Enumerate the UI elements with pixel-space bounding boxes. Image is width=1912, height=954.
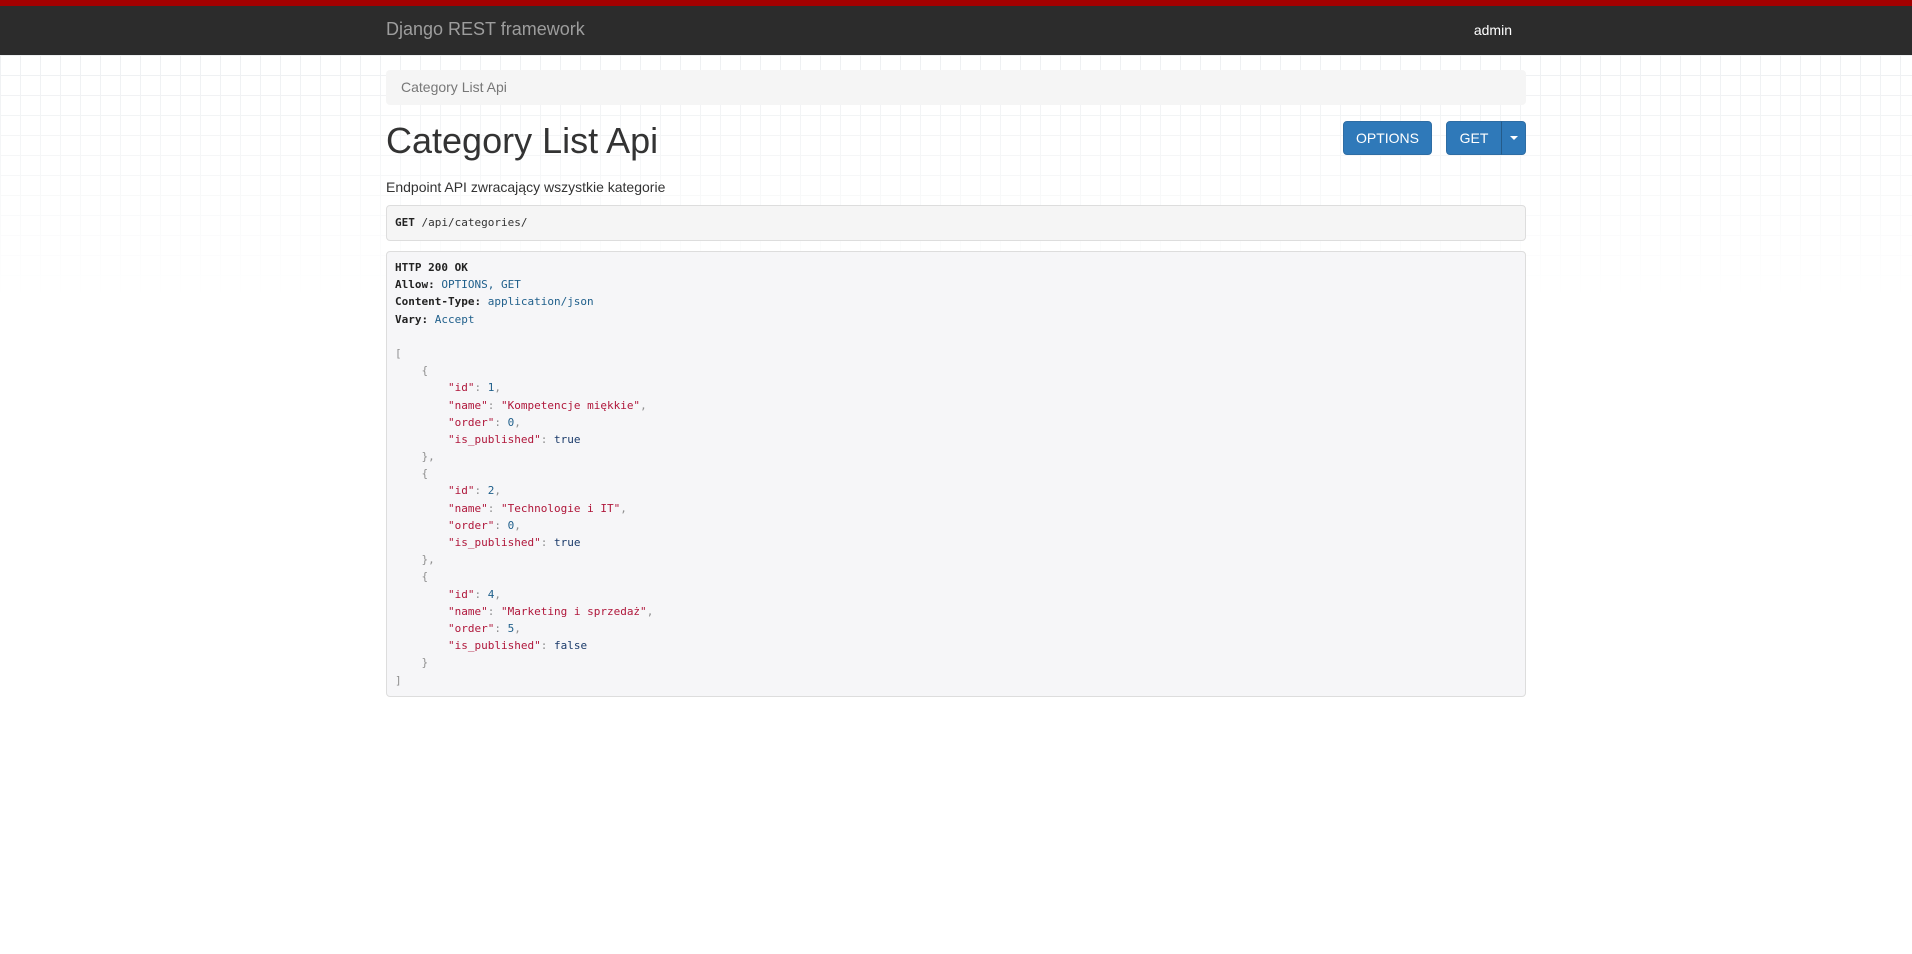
get-format-dropdown[interactable] (1501, 121, 1526, 155)
options-button[interactable]: OPTIONS (1343, 121, 1432, 155)
content-container: Category List Api Category List Api OPTI… (386, 70, 1526, 186)
page-title: Category List Api (386, 120, 659, 161)
response-header-content-type: Content-Type: application/json (395, 295, 594, 309)
page-description: Endpoint API zwracający wszystkie katego… (386, 179, 666, 195)
response-status: HTTP 200 OK (395, 261, 468, 274)
request-method: GET (395, 216, 415, 229)
json-field-is-published: "is_published": true (447, 536, 581, 549)
json-field-name: "name": "Marketing i sprzedaż", (447, 604, 654, 618)
breadcrumb-item: Category List Api (401, 79, 507, 95)
json-field-order: "order": 0, (447, 415, 521, 429)
json-field-order: "order": 0, (447, 518, 521, 532)
navbar-brand[interactable]: Django REST framework (386, 19, 585, 40)
user-menu[interactable]: admin (1474, 22, 1512, 38)
caret-down-icon (1509, 136, 1518, 140)
json-field-order: "order": 5, (447, 621, 521, 635)
json-field-id: "id": 2, (447, 484, 501, 498)
json-field-is-published: "is_published": false (447, 639, 588, 653)
page-header: Category List Api OPTIONS GET (386, 118, 1526, 186)
breadcrumb: Category List Api (386, 70, 1526, 105)
json-field-id: "id": 4, (447, 587, 501, 601)
navbar: Django REST framework admin (0, 0, 1912, 55)
json-field-id: "id": 1, (447, 381, 501, 395)
json-field-name: "name": "Technologie i IT", (447, 501, 627, 515)
request-path: /api/categories/ (421, 216, 528, 229)
json-field-is-published: "is_published": true (447, 432, 581, 446)
get-button[interactable]: GET (1446, 121, 1502, 155)
response-header-allow: Allow: OPTIONS, GET (395, 278, 521, 292)
json-close-bracket: ] (395, 673, 402, 687)
json-field-name: "name": "Kompetencje miękkie", (447, 398, 647, 412)
response-header-vary: Vary: Accept (395, 312, 475, 326)
json-open-bracket: [ (395, 346, 402, 360)
request-info: GET /api/categories/ (386, 205, 1526, 241)
response-info: HTTP 200 OK Allow: OPTIONS, GET Content-… (386, 251, 1526, 697)
